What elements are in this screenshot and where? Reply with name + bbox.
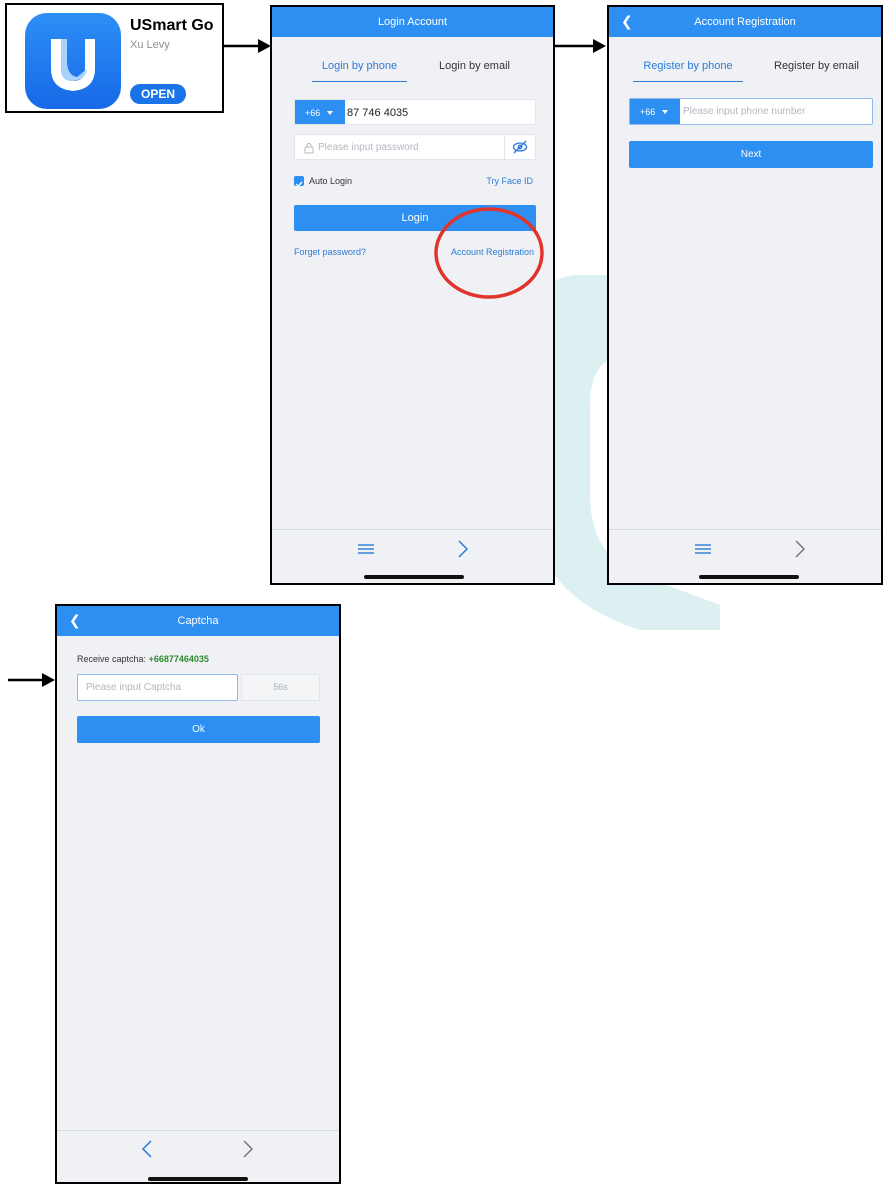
lock-icon (304, 142, 314, 154)
home-indicator (364, 575, 464, 579)
tab-register-by-phone[interactable]: Register by phone (633, 51, 743, 82)
home-indicator (699, 575, 799, 579)
menu-icon[interactable] (358, 543, 374, 555)
tab-register-by-email[interactable]: Register by email (764, 51, 869, 81)
chevron-down-icon (662, 110, 668, 114)
phone-value: 87 746 4035 (347, 107, 409, 119)
bottom-toolbar (57, 1130, 339, 1171)
checkbox-checked-icon (295, 181, 303, 188)
next-button[interactable]: Next (629, 141, 873, 168)
page-title: Account Registration (694, 16, 796, 28)
tab-login-by-phone[interactable]: Login by phone (312, 51, 407, 82)
back-chevron-icon[interactable]: ❮ (69, 606, 81, 634)
password-field[interactable]: Please input password (294, 134, 536, 160)
countdown-button[interactable]: 56s (241, 674, 320, 701)
flow-arrow-icon (555, 39, 606, 53)
page-title: Login Account (377, 16, 448, 28)
back-chevron-icon[interactable] (141, 1139, 153, 1159)
app-developer: Xu Levy (130, 39, 170, 51)
phone-field[interactable]: +66 87 746 4035 (294, 99, 536, 125)
toggle-visibility-button[interactable] (504, 135, 535, 159)
ok-button[interactable]: Ok (77, 716, 320, 743)
bottom-toolbar (609, 529, 881, 568)
app-store-card: USmart Go Xu Levy OPEN (5, 3, 224, 113)
highlight-circle (434, 207, 544, 299)
country-code-selector[interactable]: +66 (295, 100, 345, 124)
open-button[interactable]: OPEN (130, 84, 186, 104)
tab-login-by-email[interactable]: Login by email (427, 51, 522, 81)
forward-chevron-icon[interactable] (242, 1139, 254, 1159)
usmart-logo-icon (25, 13, 121, 109)
password-placeholder: Please input password (318, 142, 419, 153)
login-navbar: Login Account (272, 7, 553, 37)
home-indicator (148, 1177, 248, 1181)
receive-number: +66877464035 (148, 654, 209, 664)
page-title: Captcha (177, 615, 219, 627)
captcha-screen: ❮ Captcha Receive captcha: +66877464035 … (55, 604, 341, 1184)
country-code: +66 (305, 108, 321, 118)
menu-icon[interactable] (695, 543, 711, 555)
login-tabs: Login by phone Login by email (272, 51, 553, 87)
receive-label: Receive captcha: (77, 654, 147, 664)
login-screen: Login Account Login by phone Login by em… (270, 5, 555, 585)
chevron-down-icon (327, 111, 333, 115)
forward-chevron-icon[interactable] (457, 539, 469, 559)
country-code: +66 (640, 107, 656, 117)
captcha-navbar: ❮ Captcha (57, 606, 339, 636)
forward-chevron-icon[interactable] (794, 539, 806, 559)
phone-number-field[interactable]: +66 Please input phone number (629, 98, 873, 125)
auto-login-label: Auto Login (309, 176, 353, 186)
receive-captcha-text: Receive captcha: +66877464035 (77, 654, 209, 664)
registration-navbar: ❮ Account Registration (609, 7, 881, 37)
forget-password-link[interactable]: Forget password? (294, 247, 366, 257)
app-name: USmart Go (130, 17, 214, 34)
flow-arrow-icon (224, 39, 271, 53)
bottom-toolbar (272, 529, 553, 568)
phone-placeholder: Please input phone number (683, 106, 806, 117)
flow-arrow-icon (8, 673, 55, 687)
auto-login-checkbox[interactable] (294, 176, 304, 188)
country-code-selector[interactable]: +66 (630, 99, 680, 124)
eye-off-icon (512, 140, 528, 154)
registration-tabs: Register by phone Register by email (609, 51, 881, 87)
back-chevron-icon[interactable]: ❮ (621, 7, 633, 35)
captcha-placeholder: Please input Captcha (86, 682, 182, 693)
registration-screen: ❮ Account Registration Register by phone… (607, 5, 883, 585)
try-face-id-link[interactable]: Try Face ID (486, 176, 533, 186)
captcha-input[interactable]: Please input Captcha (77, 674, 238, 701)
